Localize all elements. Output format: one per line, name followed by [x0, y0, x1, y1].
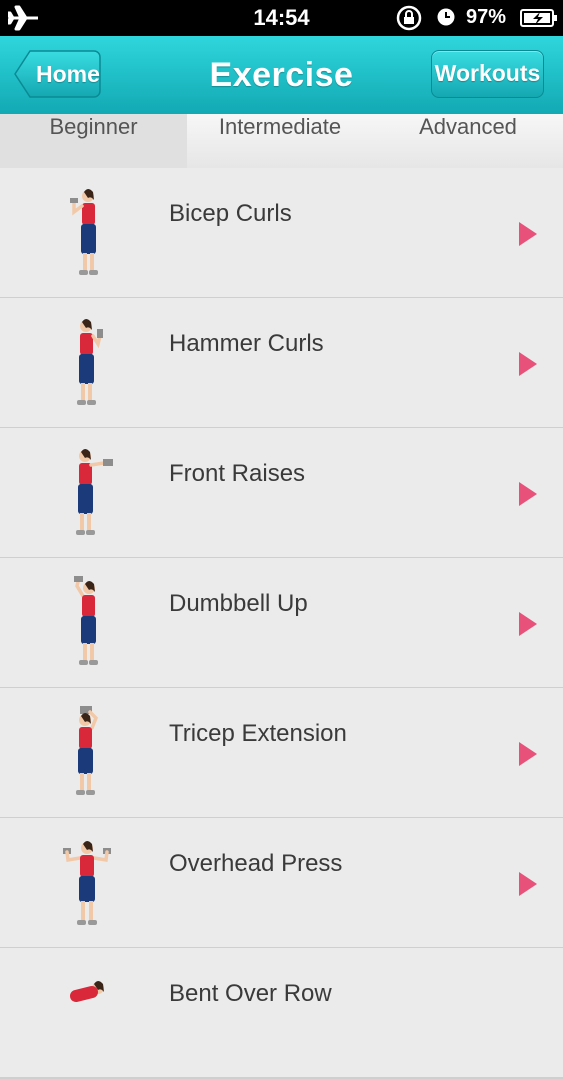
rotation-lock-icon	[396, 5, 422, 31]
tab-intermediate[interactable]: Intermediate	[187, 114, 373, 168]
alarm-icon	[437, 8, 455, 26]
chevron-right-icon	[519, 482, 537, 506]
tab-beginner[interactable]: Beginner	[0, 114, 187, 168]
list-item-label: Tricep Extension	[169, 720, 347, 747]
list-item-label: Overhead Press	[169, 850, 343, 877]
battery-percentage: 97%	[466, 6, 507, 28]
chevron-right-icon	[519, 742, 537, 766]
list-item-label: Dumbbell Up	[169, 590, 308, 617]
bicep-curls-figure-icon	[70, 189, 98, 275]
list-item-label: Bent Over Row	[169, 980, 332, 1007]
list-item-hammer-curls[interactable]: Hammer Curls	[0, 298, 563, 429]
list-item-bent-over-row[interactable]: Bent Over Row	[0, 948, 563, 1079]
chevron-right-icon	[519, 872, 537, 896]
list-item-overhead-press[interactable]: Overhead Press	[0, 818, 563, 949]
battery-icon	[520, 9, 557, 27]
dumbbell-up-figure-icon	[74, 576, 98, 665]
chevron-right-icon	[519, 222, 537, 246]
front-raises-figure-icon	[76, 449, 113, 535]
chevron-right-icon	[519, 352, 537, 376]
list-item-dumbbell-up[interactable]: Dumbbell Up	[0, 558, 563, 689]
nav-bar: Home Exercise Workouts	[0, 36, 563, 114]
tricep-extension-figure-icon	[76, 706, 99, 795]
list-item-front-raises[interactable]: Front Raises	[0, 428, 563, 559]
list-item-bicep-curls[interactable]: Bicep Curls	[0, 168, 563, 299]
chevron-right-icon	[519, 612, 537, 636]
list-item-label: Front Raises	[169, 460, 306, 487]
overhead-press-figure-icon	[63, 841, 111, 925]
list-item-tricep-extension[interactable]: Tricep Extension	[0, 688, 563, 819]
bent-over-row-figure-icon	[70, 981, 104, 1002]
hammer-curls-figure-icon	[77, 319, 103, 405]
list-item-label: Hammer Curls	[169, 330, 324, 357]
workouts-button[interactable]: Workouts	[431, 50, 544, 98]
status-bar: 14:54 97%	[0, 0, 563, 36]
list-item-label: Bicep Curls	[169, 200, 292, 227]
level-tabs: Beginner Intermediate Advanced	[0, 114, 563, 169]
tab-advanced[interactable]: Advanced	[373, 114, 563, 168]
